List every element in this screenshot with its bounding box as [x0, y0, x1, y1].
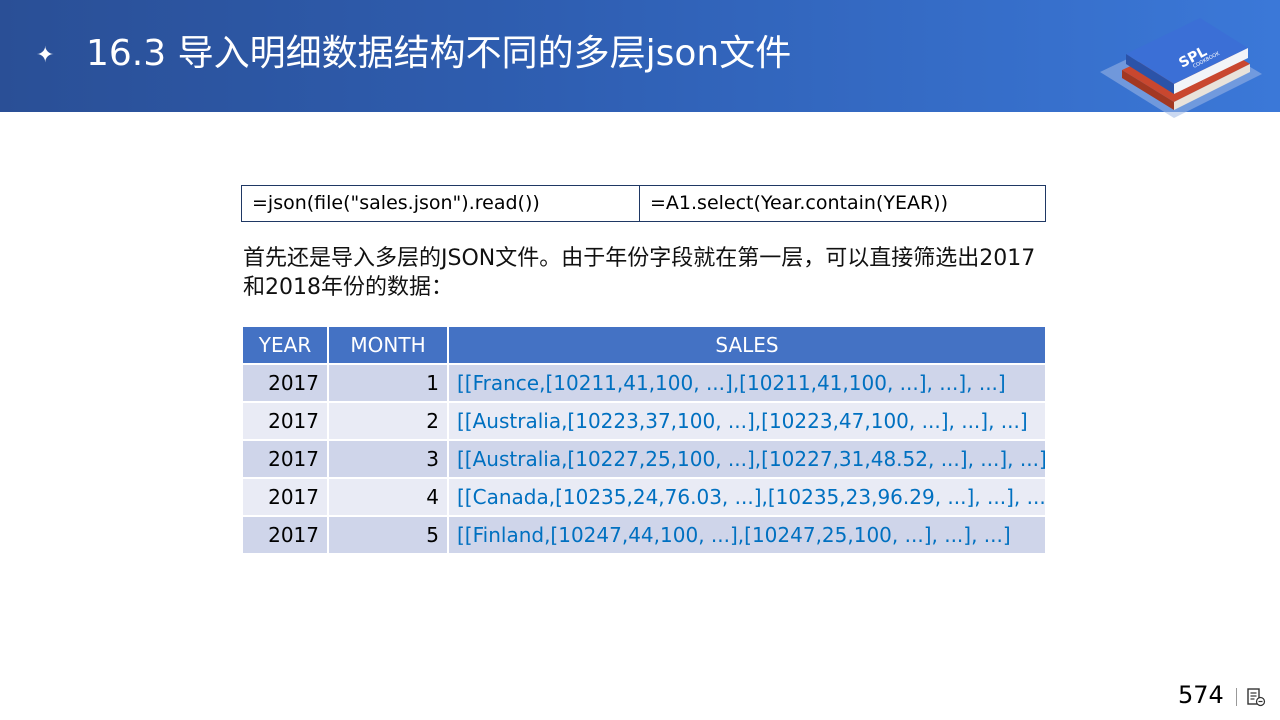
star-bullet-icon: ✦ [36, 43, 55, 68]
table-row[interactable]: 2017 3 [[Australia,[10227,25,100, ...],[… [241, 439, 1047, 479]
page-number: 574 [1178, 681, 1224, 709]
month-cell: 3 [327, 439, 449, 479]
table-row[interactable]: 2017 1 [[France,[10211,41,100, ...],[102… [241, 363, 1047, 403]
sales-cell[interactable]: [[Canada,[10235,24,76.03, ...],[10235,23… [447, 477, 1047, 517]
description-text: 首先还是导入多层的JSON文件。由于年份字段就在第一层，可以直接筛选出2017和… [243, 246, 1036, 300]
result-table: YEAR MONTH SALES 2017 1 [[France,[10211,… [241, 325, 1047, 555]
sales-cell[interactable]: [[France,[10211,41,100, ...],[10211,41,1… [447, 363, 1047, 403]
table-row[interactable]: 2017 4 [[Canada,[10235,24,76.03, ...],[1… [241, 477, 1047, 517]
slide-header: ✦ 16.3 导入明细数据结构不同的多层json文件 SPL COOKBOOK [0, 0, 1280, 118]
month-cell: 4 [327, 477, 449, 517]
slide-notes-icon[interactable] [1246, 687, 1266, 707]
month-cell: 1 [327, 363, 449, 403]
table-row[interactable]: 2017 2 [[Australia,[10223,37,100, ...],[… [241, 401, 1047, 441]
sales-cell[interactable]: [[Finland,[10247,44,100, ...],[10247,25,… [447, 515, 1047, 555]
sales-cell[interactable]: [[Australia,[10227,25,100, ...],[10227,3… [447, 439, 1047, 479]
sales-cell[interactable]: [[Australia,[10223,37,100, ...],[10223,4… [447, 401, 1047, 441]
year-cell: 2017 [241, 363, 329, 403]
column-header-month: MONTH [327, 325, 449, 365]
column-header-sales: SALES [447, 325, 1047, 365]
code-cell-b1[interactable]: =A1.select(Year.contain(YEAR)) [640, 186, 1045, 221]
month-cell: 5 [327, 515, 449, 555]
year-cell: 2017 [241, 401, 329, 441]
table-header-row: YEAR MONTH SALES [241, 325, 1047, 365]
spl-code-grid: =json(file("sales.json").read()) =A1.sel… [241, 185, 1046, 222]
table-row[interactable]: 2017 5 [[Finland,[10247,44,100, ...],[10… [241, 515, 1047, 555]
spl-cookbook-logo: SPL COOKBOOK [1100, 18, 1262, 118]
column-header-year: YEAR [241, 325, 329, 365]
slide-title: 16.3 导入明细数据结构不同的多层json文件 [86, 33, 792, 74]
year-cell: 2017 [241, 477, 329, 517]
year-cell: 2017 [241, 439, 329, 479]
month-cell: 2 [327, 401, 449, 441]
code-cell-a1[interactable]: =json(file("sales.json").read()) [242, 186, 640, 221]
year-cell: 2017 [241, 515, 329, 555]
footer-divider [1236, 688, 1237, 706]
